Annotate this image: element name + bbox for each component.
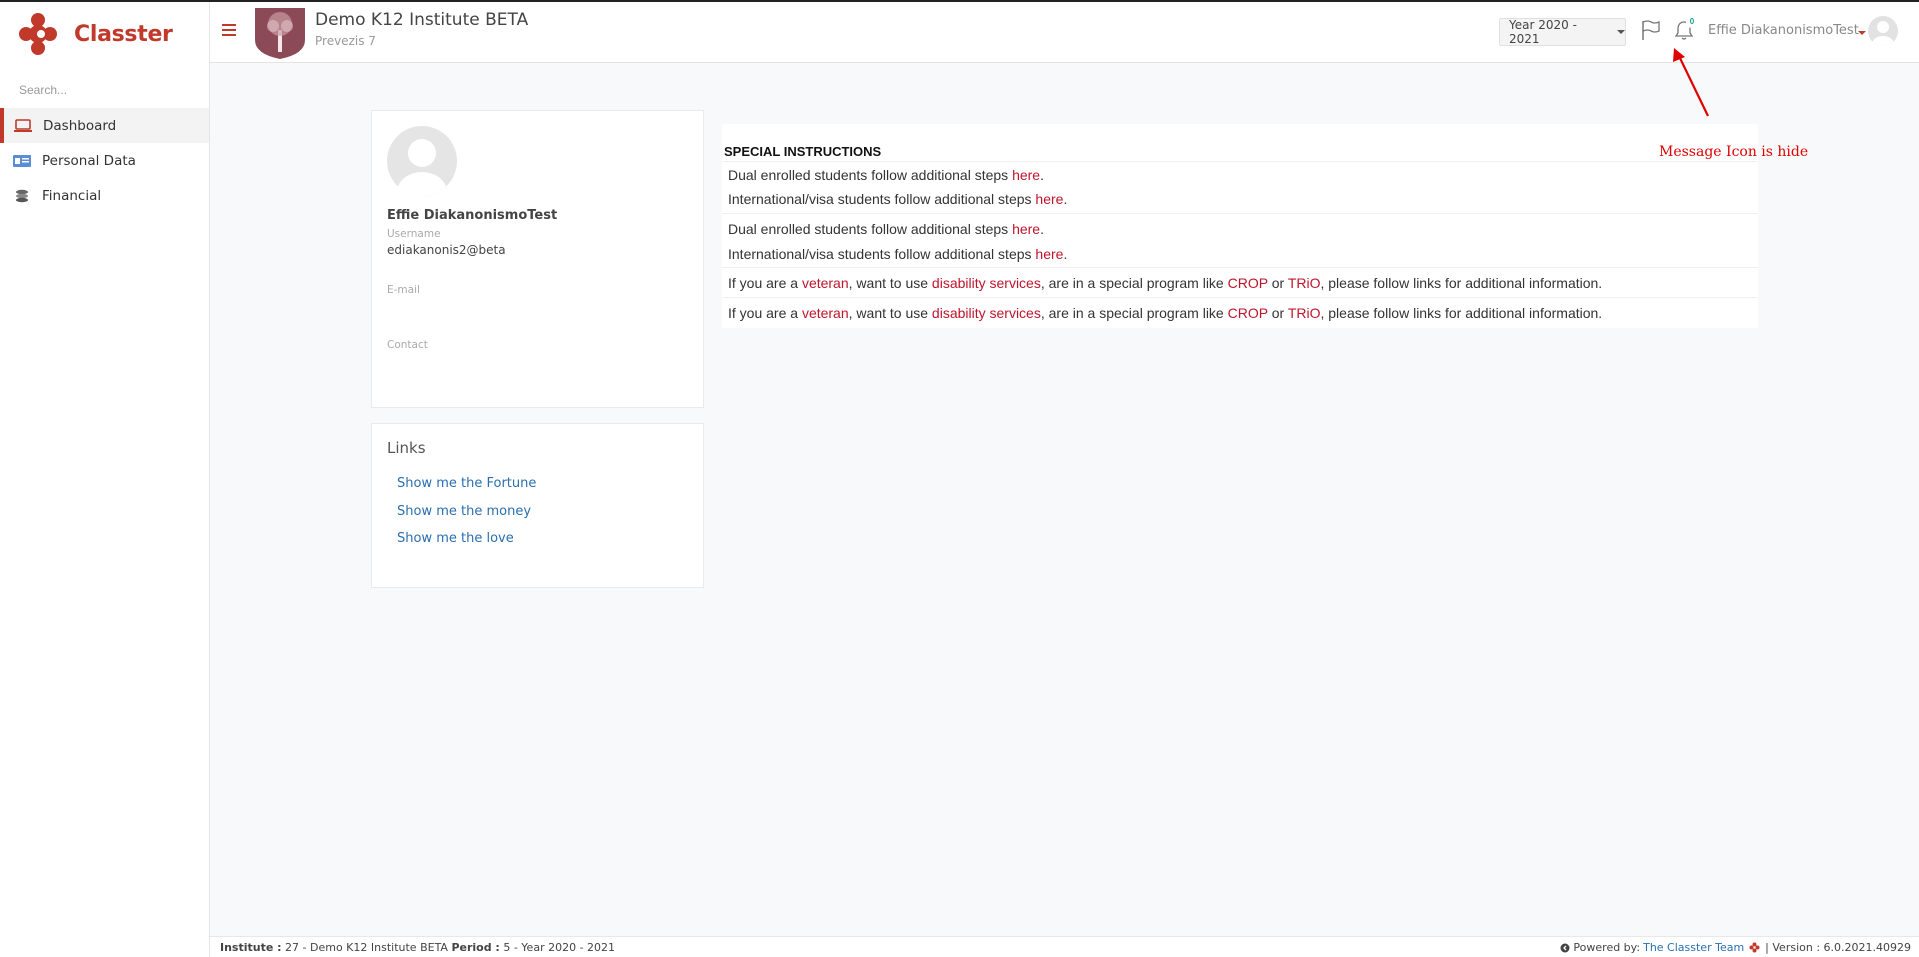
trio-link[interactable]: TRiO <box>1288 275 1321 291</box>
annotation-arrow-icon <box>1673 48 1709 117</box>
chevron-circle-icon <box>1560 943 1570 952</box>
institute-address: Prevezis 7 <box>315 34 376 48</box>
user-menu-name[interactable]: Effie DiakanonismoTest <box>1708 23 1859 38</box>
instruction-text: or <box>1267 275 1288 291</box>
instruction-text: , want to use <box>848 275 932 291</box>
instruction-intl-1: International/visa students follow addit… <box>728 191 1067 207</box>
instruction-text: or <box>1267 305 1288 321</box>
classter-team-link[interactable]: The Classter Team <box>1643 941 1744 954</box>
crop-link[interactable]: CROP <box>1228 275 1268 291</box>
sidebar-search-input[interactable] <box>10 78 200 102</box>
instruction-text: , want to use <box>848 305 932 321</box>
coins-icon <box>12 188 32 204</box>
instruction-text: Dual enrolled students follow additional… <box>728 167 1013 183</box>
veteran-link[interactable]: veteran <box>802 305 849 321</box>
instruction-dot: . <box>1040 221 1044 237</box>
sidebar-item-personal-data[interactable]: Personal Data <box>0 143 209 178</box>
avatar[interactable] <box>1868 16 1898 46</box>
footer-institute-value: 27 - Demo K12 Institute BETA <box>281 941 452 954</box>
year-select-value: Year 2020 - 2021 <box>1509 18 1577 46</box>
link-show-love[interactable]: Show me the love <box>397 531 514 546</box>
email-label: E-mail <box>387 284 420 296</box>
instruction-text: International/visa students follow addit… <box>728 191 1036 207</box>
instruction-text: , please follow links for additional inf… <box>1320 275 1603 291</box>
annotation-text: Message Icon is hide <box>1659 144 1809 160</box>
sidebar-item-financial[interactable]: Financial <box>0 178 209 213</box>
laptop-icon <box>13 118 33 134</box>
instruction-dual-2: Dual enrolled students follow additional… <box>728 221 1044 237</box>
brand-name: Classter <box>74 21 173 47</box>
instruction-veteran-1: If you are a veteran, want to use disabi… <box>728 275 1602 291</box>
brand[interactable]: Classter <box>18 12 173 56</box>
user-menu-caret-icon[interactable] <box>1858 31 1866 35</box>
footer-credits: Powered by: The Classter Team | Version … <box>1560 941 1911 954</box>
profile-name: Effie DiakanonismoTest <box>387 208 558 223</box>
instruction-text: International/visa students follow addit… <box>728 246 1036 262</box>
instruction-dot: . <box>1063 246 1068 262</box>
sidebar-item-label: Financial <box>42 187 102 204</box>
divider <box>722 161 1758 162</box>
instruction-veteran-2: If you are a veteran, want to use disabi… <box>728 305 1602 321</box>
menu-toggle-icon[interactable] <box>222 24 236 38</box>
username-label: Username <box>387 228 441 240</box>
instruction-dot: . <box>1063 191 1068 207</box>
classter-small-logo-icon <box>1749 942 1760 953</box>
instruction-dual-1: Dual enrolled students follow additional… <box>728 167 1044 183</box>
id-card-icon <box>12 153 32 169</box>
sidebar: Classter Dashboard Personal Data Financi… <box>0 2 210 957</box>
instruction-text: , please follow links for additional inf… <box>1320 305 1603 321</box>
divider <box>722 213 1758 214</box>
top-header: Demo K12 Institute BETA Prevezis 7 Year … <box>210 2 1919 63</box>
here-link[interactable]: here <box>1012 167 1040 183</box>
footer-period-label: Period : <box>451 941 500 954</box>
here-link[interactable]: here <box>1035 246 1063 262</box>
trio-link[interactable]: TRiO <box>1288 305 1321 321</box>
instruction-text: Dual enrolled students follow additional… <box>728 221 1013 237</box>
version-text: | Version : 6.0.2021.40929 <box>1765 941 1911 954</box>
divider <box>722 297 1758 298</box>
instruction-text: If you are a <box>728 305 802 321</box>
links-title: Links <box>387 439 426 457</box>
chevron-down-icon <box>1617 30 1625 34</box>
crop-link[interactable]: CROP <box>1228 305 1268 321</box>
disability-services-link[interactable]: disability services <box>932 305 1041 321</box>
sidebar-menu: Dashboard Personal Data Financial <box>0 108 209 213</box>
profile-avatar <box>387 126 457 196</box>
profile-card: Effie DiakanonismoTest Username ediakano… <box>371 110 704 408</box>
flag-icon[interactable] <box>1639 19 1661 41</box>
institute-logo-icon <box>255 8 305 59</box>
here-link[interactable]: here <box>1035 191 1063 207</box>
powered-by-label: Powered by: <box>1573 941 1641 954</box>
instruction-text: , are in a special program like <box>1040 305 1228 321</box>
veteran-link[interactable]: veteran <box>802 275 849 291</box>
instruction-text: If you are a <box>728 275 802 291</box>
footer-institute-label: Institute : <box>220 941 282 954</box>
instruction-text: , are in a special program like <box>1040 275 1228 291</box>
special-instructions-panel: SPECIAL INSTRUCTIONS Dual enrolled stude… <box>722 124 1758 328</box>
link-show-fortune[interactable]: Show me the Fortune <box>397 476 536 491</box>
divider <box>722 267 1758 268</box>
contact-label: Contact <box>387 339 428 351</box>
notification-badge: 0 <box>1686 16 1698 28</box>
here-link[interactable]: here <box>1012 221 1040 237</box>
year-select[interactable]: Year 2020 - 2021 <box>1499 18 1626 46</box>
instruction-intl-2: International/visa students follow addit… <box>728 246 1067 262</box>
footer-info: Institute : 27 - Demo K12 Institute BETA… <box>220 941 615 954</box>
disability-services-link[interactable]: disability services <box>932 275 1041 291</box>
username-value: ediakanonis2@beta <box>387 243 506 257</box>
institute-name: Demo K12 Institute BETA <box>315 10 529 30</box>
sidebar-item-label: Dashboard <box>43 117 117 134</box>
classter-logo-icon <box>19 13 57 55</box>
footer-period-value: 5 - Year 2020 - 2021 <box>499 941 616 954</box>
sidebar-item-label: Personal Data <box>42 152 136 169</box>
link-show-money[interactable]: Show me the money <box>397 504 531 519</box>
sidebar-item-dashboard[interactable]: Dashboard <box>0 108 209 143</box>
links-card: Links Show me the Fortune Show me the mo… <box>371 423 704 588</box>
footer: Institute : 27 - Demo K12 Institute BETA… <box>210 936 1919 957</box>
special-instructions-title: SPECIAL INSTRUCTIONS <box>724 144 882 159</box>
instruction-dot: . <box>1040 167 1044 183</box>
